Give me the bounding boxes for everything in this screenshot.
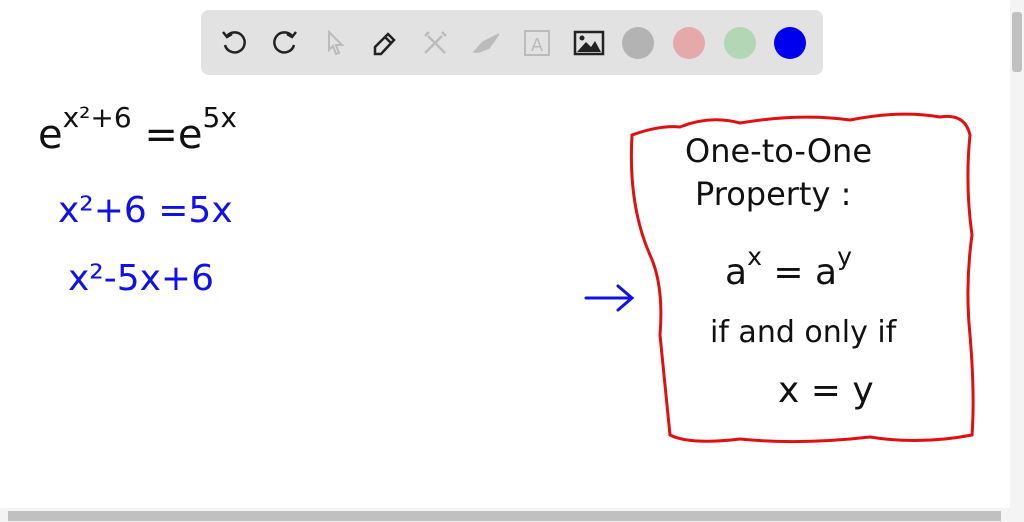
- image-icon[interactable]: [572, 26, 606, 60]
- color-swatch: [673, 27, 705, 59]
- equation-line-3: x²-5x+6: [68, 258, 215, 299]
- exponent: 5x: [202, 101, 237, 134]
- color-swatch: [622, 27, 654, 59]
- exponent: x: [747, 242, 762, 272]
- color-red[interactable]: [672, 26, 706, 60]
- box-condition: if and only if: [710, 315, 897, 350]
- vertical-scroll-thumb[interactable]: [1012, 12, 1022, 72]
- tools-icon[interactable]: [418, 26, 452, 60]
- equation-line-2: x²+6 =5x: [58, 190, 233, 231]
- box-equation: ax = ay: [725, 242, 852, 293]
- color-gray[interactable]: [621, 26, 655, 60]
- svg-text:A: A: [531, 35, 544, 56]
- pen-icon[interactable]: [367, 26, 401, 60]
- color-blue[interactable]: [773, 26, 807, 60]
- box-title-1: One-to-One: [685, 132, 873, 170]
- exponent: y: [837, 242, 852, 272]
- text: e: [38, 112, 63, 158]
- color-green[interactable]: [723, 26, 757, 60]
- eraser-icon[interactable]: [469, 26, 503, 60]
- undo-icon[interactable]: [217, 26, 251, 60]
- select-icon[interactable]: [318, 26, 352, 60]
- exponent: x²+6: [62, 101, 132, 134]
- text: a: [725, 252, 748, 293]
- redo-icon[interactable]: [268, 26, 302, 60]
- text: =e: [144, 112, 203, 158]
- equation-line-1: ex²+6 =e5x: [38, 101, 237, 158]
- horizontal-scrollbar[interactable]: [0, 508, 1024, 522]
- horizontal-scroll-thumb[interactable]: [8, 511, 1001, 521]
- color-swatch: [774, 27, 806, 59]
- vertical-scrollbar[interactable]: [1010, 0, 1024, 508]
- color-swatch: [724, 27, 756, 59]
- box-result: x = y: [778, 370, 874, 411]
- box-title-2: Property :: [695, 175, 852, 213]
- text: = a: [761, 252, 838, 293]
- text-icon[interactable]: A: [520, 26, 554, 60]
- toolbar: A: [201, 10, 823, 75]
